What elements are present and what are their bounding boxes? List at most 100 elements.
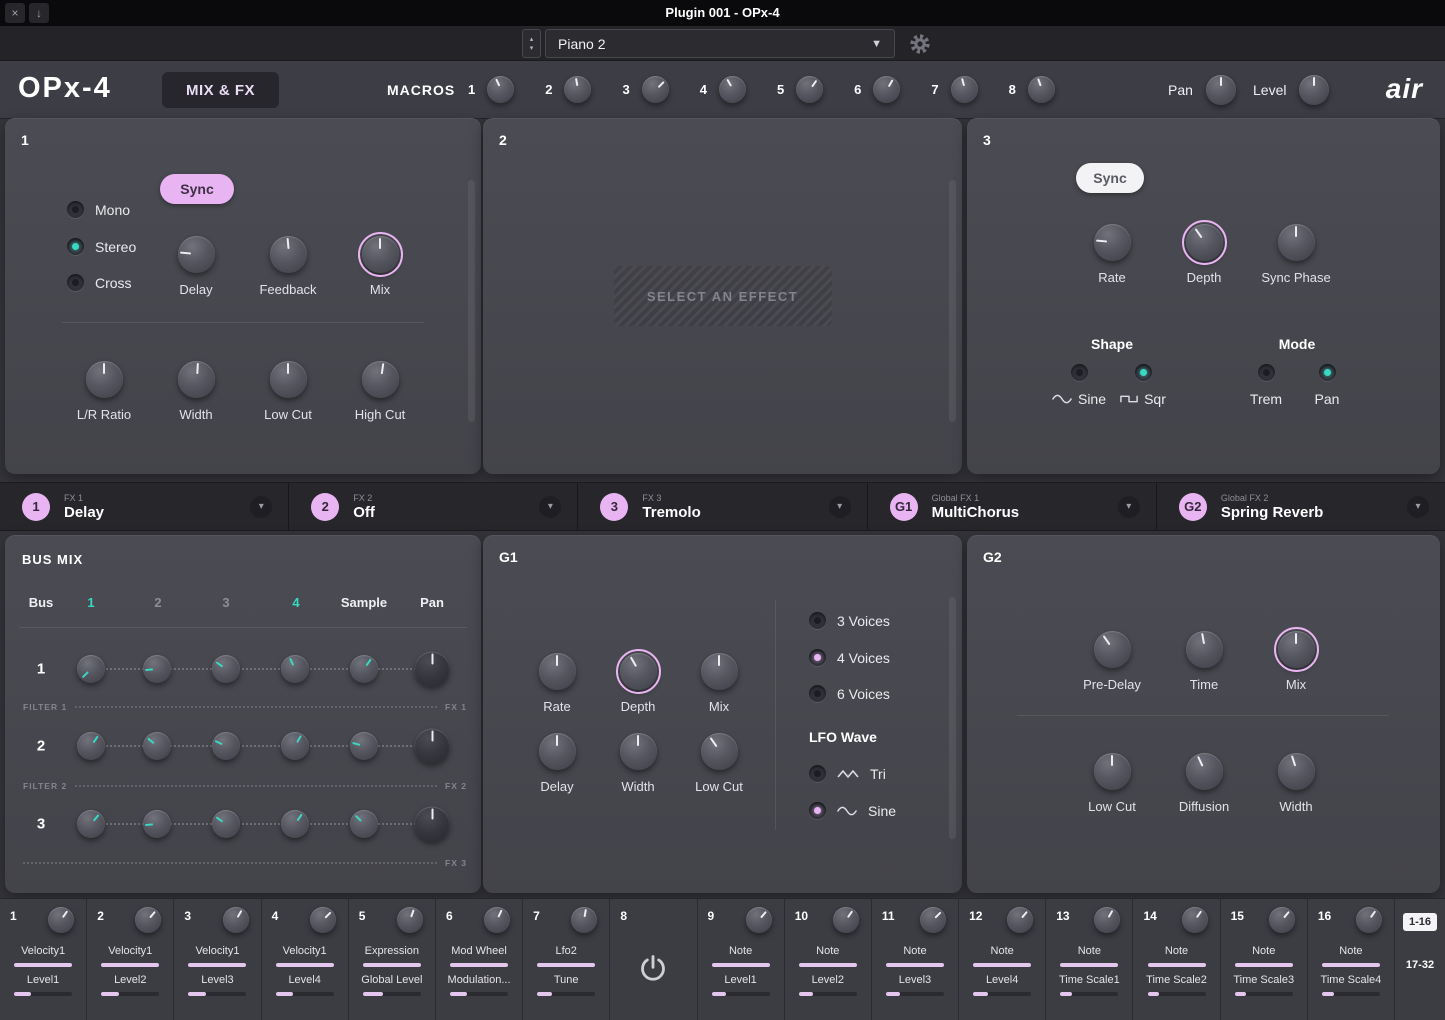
bus2-send2-knob[interactable]: [143, 732, 171, 760]
chevron-down-icon[interactable]: ▾: [250, 496, 272, 518]
fx-rack-slot-3[interactable]: 3 FX 3Tremolo ▾: [578, 483, 867, 530]
macro-7-assign-knob[interactable]: [571, 907, 597, 933]
macro-13-assign-knob[interactable]: [1094, 907, 1120, 933]
close-icon[interactable]: ×: [5, 3, 25, 23]
fx1-lr-ratio-knob[interactable]: [86, 361, 123, 398]
bus1-send2-knob[interactable]: [143, 655, 171, 683]
fx-rack-slot-2[interactable]: 2 FX 2Off ▾: [289, 483, 578, 530]
bus3-send3-knob[interactable]: [212, 810, 240, 838]
g2-width-knob[interactable]: [1278, 753, 1315, 790]
g1-mix-knob[interactable]: [701, 653, 738, 690]
macro-6-knob[interactable]: [873, 76, 900, 103]
g1-wave-tri-radio[interactable]: Tri: [809, 765, 886, 782]
macro-5-assign-knob[interactable]: [397, 907, 423, 933]
macro-10-assign-knob[interactable]: [833, 907, 859, 933]
fx3-sync-button[interactable]: Sync: [1076, 163, 1144, 193]
g2-diffusion-knob[interactable]: [1186, 753, 1223, 790]
preset-selector[interactable]: Piano 2 ▼: [545, 29, 895, 58]
fx-rack-slot-1[interactable]: 1 FX 1Delay ▾: [0, 483, 289, 530]
g1-width-knob[interactable]: [620, 733, 657, 770]
fx1-mode-stereo-radio[interactable]: Stereo: [67, 238, 136, 255]
fx3-mode-pan-radio[interactable]: Pan: [1292, 364, 1362, 407]
page-tab-17-32[interactable]: 17-32: [1406, 959, 1434, 971]
macro-4-knob[interactable]: [719, 76, 746, 103]
fx3-rate-knob[interactable]: [1094, 224, 1131, 261]
bus-col-4[interactable]: 4: [292, 595, 299, 610]
stepper-up-icon[interactable]: ▴: [530, 35, 534, 44]
preset-stepper[interactable]: ▴ ▾: [522, 29, 541, 58]
macro-6-assign-knob[interactable]: [484, 907, 510, 933]
bus3-pan-knob[interactable]: [415, 807, 450, 842]
macro-1-assign-knob[interactable]: [48, 907, 74, 933]
bus1-send4-knob[interactable]: [281, 655, 309, 683]
chevron-down-icon[interactable]: ▾: [539, 496, 561, 518]
chevron-down-icon[interactable]: ▾: [1118, 496, 1140, 518]
macro-4-assign-knob[interactable]: [310, 907, 336, 933]
fx1-mix-knob[interactable]: [362, 236, 399, 273]
fx1-low-cut-knob[interactable]: [270, 361, 307, 398]
macro-3-assign-knob[interactable]: [223, 907, 249, 933]
bus2-send4-knob[interactable]: [281, 732, 309, 760]
scrollbar[interactable]: [949, 597, 956, 839]
power-button[interactable]: [636, 952, 670, 986]
page-tab-1-16[interactable]: 1-16: [1403, 913, 1437, 931]
g1-voices-3-radio[interactable]: 3 Voices: [809, 612, 890, 629]
macro-5-knob[interactable]: [796, 76, 823, 103]
fx3-shape-sine-radio[interactable]: Sine: [1044, 364, 1114, 407]
g1-low-cut-knob[interactable]: [701, 733, 738, 770]
bus2-send1-knob[interactable]: [77, 732, 105, 760]
fx3-shape-sqr-radio[interactable]: Sqr: [1108, 364, 1178, 407]
g2-low-cut-knob[interactable]: [1094, 753, 1131, 790]
scrollbar[interactable]: [468, 180, 475, 422]
fx1-mode-cross-radio[interactable]: Cross: [67, 274, 132, 291]
fx1-mode-mono-radio[interactable]: Mono: [67, 201, 130, 218]
g1-voices-6-radio[interactable]: 6 Voices: [809, 685, 890, 702]
g1-wave-sine-radio[interactable]: Sine: [809, 802, 896, 819]
gear-icon[interactable]: [909, 33, 931, 55]
level-knob[interactable]: [1299, 75, 1329, 105]
g2-pre-delay-knob[interactable]: [1094, 631, 1131, 668]
g2-time-knob[interactable]: [1186, 631, 1223, 668]
bus3-send1-knob[interactable]: [77, 810, 105, 838]
bus-col-1[interactable]: 1: [87, 595, 94, 610]
bus1-pan-knob[interactable]: [415, 652, 450, 687]
macro-2-assign-knob[interactable]: [135, 907, 161, 933]
fx1-width-knob[interactable]: [178, 361, 215, 398]
fx1-delay-knob[interactable]: [178, 236, 215, 273]
bus1-sample-knob[interactable]: [350, 655, 378, 683]
scrollbar[interactable]: [949, 180, 956, 422]
bus2-pan-knob[interactable]: [415, 729, 450, 764]
bus3-send4-knob[interactable]: [281, 810, 309, 838]
bus1-send1-knob[interactable]: [77, 655, 105, 683]
g1-voices-4-radio[interactable]: 4 Voices: [809, 649, 890, 666]
fx-rack-slot-g1[interactable]: G1 Global FX 1MultiChorus ▾: [868, 483, 1157, 530]
bus-col-3[interactable]: 3: [222, 595, 229, 610]
fx1-high-cut-knob[interactable]: [362, 361, 399, 398]
fx1-feedback-knob[interactable]: [270, 236, 307, 273]
macro-7-knob[interactable]: [951, 76, 978, 103]
fx1-sync-button[interactable]: Sync: [160, 174, 234, 204]
macro-9-assign-knob[interactable]: [746, 907, 772, 933]
macro-1-knob[interactable]: [487, 76, 514, 103]
macro-15-assign-knob[interactable]: [1269, 907, 1295, 933]
g2-mix-knob[interactable]: [1278, 631, 1315, 668]
g1-depth-knob[interactable]: [620, 653, 657, 690]
bus1-send3-knob[interactable]: [212, 655, 240, 683]
macro-3-knob[interactable]: [642, 76, 669, 103]
chevron-down-icon[interactable]: ▾: [829, 496, 851, 518]
pan-knob[interactable]: [1206, 75, 1236, 105]
macro-8-knob[interactable]: [1028, 76, 1055, 103]
macro-2-knob[interactable]: [564, 76, 591, 103]
macro-16-assign-knob[interactable]: [1356, 907, 1382, 933]
g1-rate-knob[interactable]: [539, 653, 576, 690]
macro-14-assign-knob[interactable]: [1182, 907, 1208, 933]
fx3-depth-knob[interactable]: [1186, 224, 1223, 261]
stepper-down-icon[interactable]: ▾: [530, 44, 534, 53]
bus3-send2-knob[interactable]: [143, 810, 171, 838]
bus-col-2[interactable]: 2: [154, 595, 161, 610]
download-icon[interactable]: ↓: [29, 3, 49, 23]
macro-11-assign-knob[interactable]: [920, 907, 946, 933]
fx3-mode-trem-radio[interactable]: Trem: [1231, 364, 1301, 407]
macro-12-assign-knob[interactable]: [1007, 907, 1033, 933]
bus3-sample-knob[interactable]: [350, 810, 378, 838]
